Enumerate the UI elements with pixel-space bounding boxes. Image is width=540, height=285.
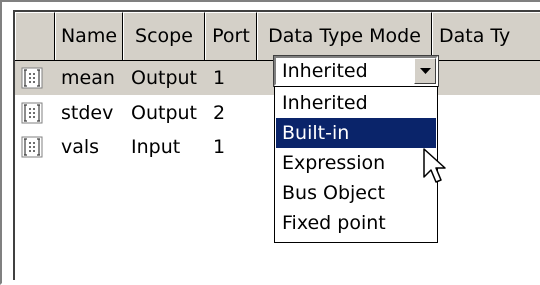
combo-dropdown-button[interactable]: [414, 58, 436, 84]
cell-scope[interactable]: Output: [131, 61, 197, 95]
cell-name[interactable]: vals: [61, 130, 99, 164]
cell-scope[interactable]: Input: [131, 130, 180, 164]
column-header-data-type-mode[interactable]: Data Type Mode: [257, 12, 432, 60]
model-explorer-panel: Name Scope Port Data Type Mode Data Ty m…: [0, 0, 540, 285]
cell-port[interactable]: 2: [213, 96, 225, 130]
header-corner[interactable]: [15, 12, 55, 60]
dropdown-option-fixed-point[interactable]: Fixed point: [276, 208, 436, 238]
cell-name[interactable]: mean: [61, 61, 115, 95]
data-type-mode-dropdown: Inherited Built-in Expression Bus Object…: [274, 86, 438, 243]
dropdown-option-built-in[interactable]: Built-in: [276, 118, 436, 148]
cell-port[interactable]: 1: [213, 61, 225, 95]
column-header-name[interactable]: Name: [55, 12, 123, 60]
data-object-icon: [21, 67, 43, 89]
dropdown-option-inherited[interactable]: Inherited: [276, 88, 436, 118]
grid-header: Name Scope Port Data Type Mode Data Ty: [15, 12, 540, 61]
column-header-scope[interactable]: Scope: [123, 12, 205, 60]
column-header-data-type[interactable]: Data Ty: [432, 12, 540, 60]
data-object-icon: [21, 102, 43, 124]
mouse-pointer-icon: [423, 148, 446, 183]
cell-name[interactable]: stdev: [61, 96, 113, 130]
combo-selected-value: Inherited: [282, 60, 368, 82]
cell-port[interactable]: 1: [213, 130, 225, 164]
dropdown-option-bus-object[interactable]: Bus Object: [276, 178, 436, 208]
data-object-icon: [21, 136, 43, 158]
dropdown-option-expression[interactable]: Expression: [276, 148, 436, 178]
column-header-port[interactable]: Port: [205, 12, 257, 60]
data-type-mode-combo[interactable]: Inherited: [273, 55, 439, 87]
cell-scope[interactable]: Output: [131, 96, 197, 130]
chevron-down-icon: [420, 68, 431, 74]
